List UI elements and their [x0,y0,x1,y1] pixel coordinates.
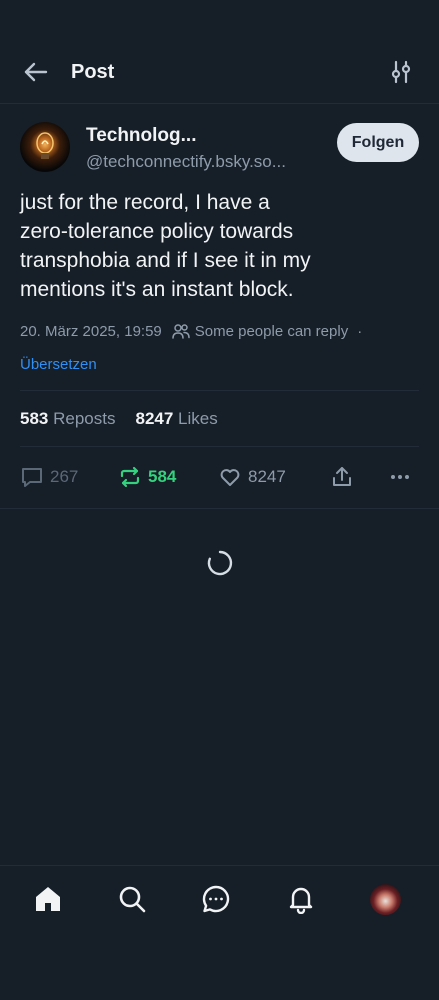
nav-notifications[interactable] [285,883,317,915]
search-icon [119,886,146,913]
nav-home[interactable] [32,883,64,915]
repost-icon [120,466,140,488]
app-screen: Post Technolog... @techconnectify.bsky.s… [0,0,439,940]
people-icon [172,323,190,339]
follow-button[interactable]: Folgen [337,123,419,162]
translate-link[interactable]: Übersetzen [20,355,97,375]
thread-settings-button[interactable] [387,58,415,86]
divider [0,508,439,509]
reply-button[interactable]: 267 [20,462,78,492]
share-button[interactable] [330,462,354,492]
home-icon [36,887,60,911]
divider [20,390,419,391]
post-text: just for the record, I have a zero-toler… [20,191,311,301]
post-meta: 20. März 2025, 19:59 Some people can rep… [20,320,362,342]
likes-count: 8247 [135,409,174,428]
sliders-icon [391,60,411,84]
like-count: 8247 [248,467,286,486]
back-button[interactable] [20,58,52,86]
system-bar-area [0,940,439,1000]
more-options-button[interactable] [388,462,412,492]
heart-icon [220,469,240,486]
bottom-navigation [0,865,439,940]
nav-search[interactable] [116,883,148,915]
meta-separator: · [357,322,363,340]
reposts-label: Reposts [53,409,116,428]
page-title: Post [71,61,115,83]
profile-avatar [369,883,401,915]
divider [20,446,419,447]
chat-icon [202,885,230,913]
arrow-left-icon [24,62,48,82]
reply-bubble-icon [22,468,42,487]
likes-label: Likes [178,409,218,428]
spinner-icon [207,550,233,576]
author-handle[interactable]: @techconnectify.bsky.so... [86,150,286,174]
engagement-stats: 583 Reposts 8247 Likes [20,408,238,430]
loading-spinner [205,548,235,578]
like-button[interactable]: 8247 [218,462,286,492]
lightbulb-icon [36,132,54,159]
author-avatar[interactable] [20,122,70,172]
reply-count: 267 [50,467,79,486]
author-name[interactable]: Technolog... [86,124,196,148]
nav-profile[interactable] [369,883,401,915]
reposts-stat[interactable]: 583 Reposts [20,408,115,430]
header: Post [0,40,439,104]
reposts-count: 583 [20,409,49,428]
bell-icon [289,887,313,914]
post-actions: 267 584 8247 [20,462,419,492]
likes-stat[interactable]: 8247 Likes [135,408,217,430]
repost-count: 584 [148,467,177,486]
reply-restriction-link[interactable]: Some people can reply [195,323,348,340]
nav-chat[interactable] [200,883,232,915]
more-horizontal-icon [391,475,409,479]
post-timestamp: 20. März 2025, 19:59 [20,322,162,340]
share-icon [333,467,351,486]
repost-button[interactable]: 584 [118,462,176,492]
